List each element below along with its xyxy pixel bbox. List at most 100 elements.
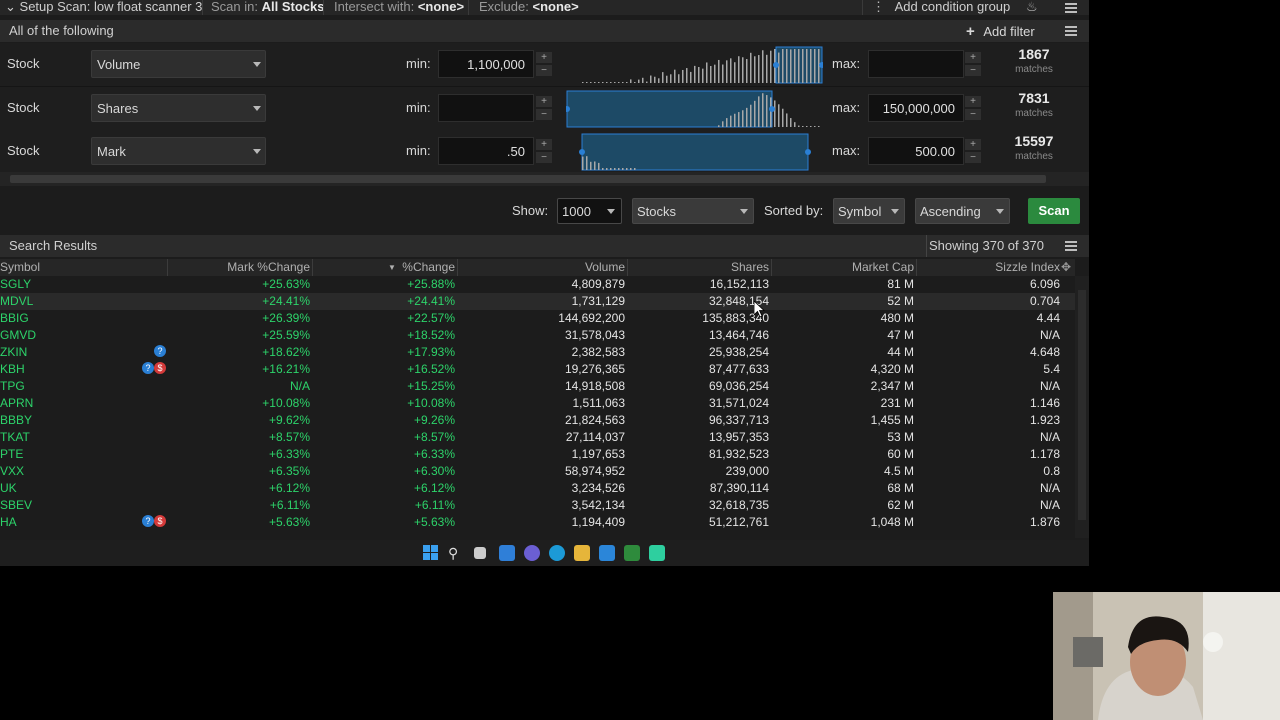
symbol-cell[interactable]: TPG <box>0 379 25 393</box>
windows-start-icon[interactable] <box>423 545 439 561</box>
info-badge-icon[interactable]: ? <box>142 515 154 527</box>
column-settings-icon[interactable]: ✥ <box>1061 260 1071 274</box>
column-mark-change[interactable]: Mark %Change <box>168 260 310 274</box>
symbol-cell[interactable]: HA <box>0 515 17 529</box>
max-input[interactable] <box>868 50 964 78</box>
info-badge-icon[interactable]: ? <box>142 362 154 374</box>
max-stepper[interactable]: + − <box>965 96 981 120</box>
search-icon[interactable]: ⚲ <box>448 545 464 561</box>
caret-down-icon <box>996 209 1004 214</box>
column-volume[interactable]: Volume <box>458 260 625 274</box>
shares-cell: 239,000 <box>725 464 769 478</box>
symbol-cell[interactable]: SBEV <box>0 498 32 512</box>
table-row[interactable]: APRN +10.08% +10.08% 1,511,063 31,571,024 231… <box>0 395 1075 412</box>
min-stepper[interactable]: + − <box>536 96 552 120</box>
symbol-cell[interactable]: UK <box>0 481 17 495</box>
task-view-icon[interactable] <box>474 547 486 559</box>
chat-icon[interactable] <box>524 545 540 561</box>
volume-histogram[interactable] <box>566 45 823 85</box>
vertical-scrollbar[interactable] <box>1075 276 1089 538</box>
table-row[interactable]: PTE +6.33% +6.33% 1,197,653 81,932,523 60 M 1.… <box>0 446 1075 463</box>
widgets-icon[interactable] <box>499 545 515 561</box>
scan-in-selector[interactable]: Scan in: All Stocks <box>211 0 324 14</box>
market-cap-cell: 52 M <box>887 294 914 308</box>
table-row[interactable]: UK +6.12% +6.12% 3,234,526 87,390,114 68 M N/A <box>0 480 1075 497</box>
symbol-cell[interactable]: KBH <box>0 362 25 376</box>
mark-change-cell: +6.12% <box>268 481 310 495</box>
file-explorer-icon[interactable] <box>574 545 590 561</box>
filter-field-select[interactable]: Mark <box>91 137 266 165</box>
earnings-badge-icon[interactable]: $ <box>154 515 166 527</box>
symbol-cell[interactable]: BBIG <box>0 311 29 325</box>
symbol-cell[interactable]: ZKIN <box>0 345 27 359</box>
market-cap-cell: 4,320 M <box>870 362 914 376</box>
info-badge-icon[interactable]: ? <box>154 345 166 357</box>
filter-type-label: Stock <box>7 143 40 158</box>
filter-field-select[interactable]: Shares <box>91 94 266 122</box>
table-row[interactable]: GMVD +25.59% +18.52% 31,578,043 13,464,746 47… <box>0 327 1075 344</box>
table-row[interactable]: TPG N/A +15.25% 14,918,508 69,036,254 2,347 M… <box>0 378 1075 395</box>
min-input[interactable]: .50 <box>438 137 534 165</box>
filter-field-select[interactable]: Volume <box>91 50 266 78</box>
menu-icon[interactable] <box>1065 1 1077 15</box>
scan-button[interactable]: Scan <box>1028 198 1080 224</box>
change-cell: +5.63% <box>413 515 455 529</box>
sort-order-select[interactable]: Ascending <box>915 198 1010 224</box>
sort-field-select[interactable]: Symbol <box>833 198 905 224</box>
shares-cell: 13,957,353 <box>708 430 769 444</box>
max-stepper[interactable]: + − <box>965 52 981 76</box>
symbol-cell[interactable]: TKAT <box>0 430 30 444</box>
min-input[interactable] <box>438 94 534 122</box>
instrument-type-select[interactable]: Stocks <box>632 198 754 224</box>
max-input[interactable]: 150,000,000 <box>868 94 964 122</box>
symbol-cell[interactable]: SGLY <box>0 277 31 291</box>
add-filter-button[interactable]: + Add filter <box>966 23 1035 40</box>
table-row[interactable]: KBH? $ +16.21% +16.52% 19,276,365 87,477,633 4… <box>0 361 1075 378</box>
table-row[interactable]: BBBY +9.62% +9.26% 21,824,563 96,337,713 1,45… <box>0 412 1075 429</box>
max-stepper[interactable]: + − <box>965 139 981 163</box>
table-row[interactable]: ZKIN? +18.62% +17.93% 2,382,583 25,938,254 44… <box>0 344 1075 361</box>
setup-scan-title[interactable]: ⌄ Setup Scan: low float scanner 3 <box>5 0 202 15</box>
show-count-select[interactable]: 1000 <box>557 198 622 224</box>
min-stepper[interactable]: + − <box>536 52 552 76</box>
min-stepper[interactable]: + − <box>536 139 552 163</box>
intersect-selector[interactable]: Intersect with: <none> <box>334 0 464 14</box>
horizontal-scrollbar[interactable] <box>0 172 1089 186</box>
table-row[interactable]: TKAT +8.57% +8.57% 27,114,037 13,957,353 53 M… <box>0 429 1075 446</box>
column-shares[interactable]: Shares <box>628 260 769 274</box>
column-market-cap[interactable]: Market Cap <box>772 260 914 274</box>
app-icon[interactable] <box>649 545 665 561</box>
scrollbar-thumb[interactable] <box>10 175 1046 183</box>
symbol-cell[interactable]: GMVD <box>0 328 36 342</box>
table-row[interactable]: HA? $ +5.63% +5.63% 1,194,409 51,212,761 1,048… <box>0 514 1075 531</box>
symbol-cell[interactable]: VXX <box>0 464 24 478</box>
max-input[interactable]: 500.00 <box>868 137 964 165</box>
add-condition-group-button[interactable]: ⋮ Add condition group <box>872 0 1010 15</box>
edge-browser-icon[interactable] <box>549 545 565 561</box>
earnings-badge-icon[interactable]: $ <box>154 362 166 374</box>
table-row[interactable]: VXX +6.35% +6.30% 58,974,952 239,000 4.5 M 0.8 <box>0 463 1075 480</box>
filters-menu-icon[interactable] <box>1065 24 1077 38</box>
mark-change-cell: N/A <box>289 379 310 393</box>
mail-icon[interactable] <box>599 545 615 561</box>
table-row[interactable]: BBIG +26.39% +22.57% 144,692,200 135,883,340… <box>0 310 1075 327</box>
table-row[interactable]: SBEV +6.11% +6.11% 3,542,134 32,618,735 62 M N… <box>0 497 1075 514</box>
symbol-cell[interactable]: PTE <box>0 447 23 461</box>
symbol-cell[interactable]: BBBY <box>0 413 32 427</box>
table-row[interactable]: MDVL +24.41% +24.41% 1,731,129 32,848,154 52 … <box>0 293 1075 310</box>
table-row[interactable]: SGLY +25.63% +25.88% 4,809,879 16,152,113 81 … <box>0 276 1075 293</box>
flame-icon[interactable]: ♨ <box>1026 0 1038 15</box>
mark-histogram[interactable] <box>566 132 823 172</box>
results-title: Search Results <box>9 238 98 253</box>
shares-histogram[interactable] <box>566 89 823 129</box>
symbol-cell[interactable]: MDVL <box>0 294 33 308</box>
results-menu-icon[interactable] <box>1065 239 1077 253</box>
symbol-cell[interactable]: APRN <box>0 396 33 410</box>
column-change[interactable]: %Change <box>313 260 455 274</box>
scrollbar-thumb[interactable] <box>1078 290 1086 520</box>
column-symbol[interactable]: Symbol <box>0 260 40 274</box>
column-sizzle-index[interactable]: Sizzle Index <box>917 260 1060 274</box>
thinkorswim-icon[interactable] <box>624 545 640 561</box>
exclude-selector[interactable]: Exclude: <none> <box>479 0 579 14</box>
min-input[interactable]: 1,100,000 <box>438 50 534 78</box>
